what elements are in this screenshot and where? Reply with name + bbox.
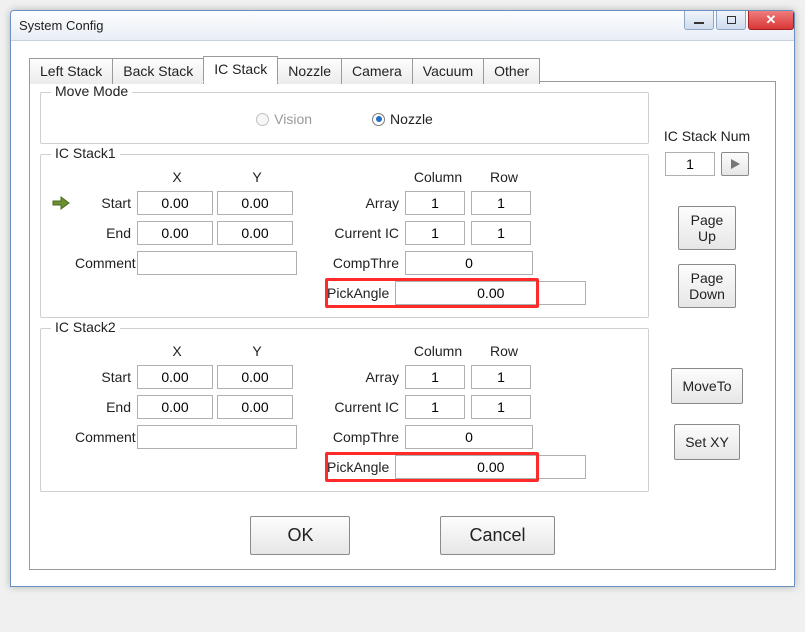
start-label: Start <box>75 369 137 385</box>
col-y-header: Y <box>217 343 297 359</box>
ic-stack-1-legend: IC Stack1 <box>51 145 120 161</box>
start-y-input[interactable] <box>217 365 293 389</box>
content-area: Left StackBack StackIC StackNozzleCamera… <box>11 41 794 586</box>
comment-input[interactable] <box>137 425 297 449</box>
current-ic-col-input[interactable] <box>405 395 465 419</box>
current-ic-col-input[interactable] <box>405 221 465 245</box>
radio-icon <box>256 113 269 126</box>
col-column-header: Column <box>405 343 471 359</box>
col-x-header: X <box>137 169 217 185</box>
comp-thre-input[interactable] <box>405 425 533 449</box>
move-mode-vision-radio: Vision <box>256 111 312 127</box>
pick-angle-label: PickAngle <box>327 285 395 301</box>
move-mode-nozzle-radio[interactable]: Nozzle <box>372 111 433 127</box>
cancel-button[interactable]: Cancel <box>440 516 554 555</box>
array-label: Array <box>327 195 405 211</box>
array-row-input[interactable] <box>471 365 531 389</box>
end-label: End <box>75 399 137 415</box>
ic-stack-num-next-button[interactable] <box>721 152 749 176</box>
ic-stack-num-input[interactable] <box>665 152 715 176</box>
play-icon <box>729 158 741 170</box>
ic-stack-num-label: IC Stack Num <box>664 128 750 144</box>
titlebar: System Config ✕ <box>11 11 794 41</box>
col-column-header: Column <box>405 169 471 185</box>
ic-stack-1-group: IC Stack1 X Y Column Row Start Array End… <box>40 154 649 318</box>
tab-back-stack[interactable]: Back Stack <box>112 58 204 84</box>
comment-label: Comment <box>75 255 137 271</box>
tab-left-stack[interactable]: Left Stack <box>29 58 113 84</box>
ic-stack-2-group: IC Stack2 X Y Column Row Start Array End… <box>40 328 649 492</box>
tab-camera[interactable]: Camera <box>341 58 413 84</box>
pick-angle-input[interactable] <box>395 455 586 479</box>
current-ic-label: Current IC <box>327 225 405 241</box>
tab-nozzle[interactable]: Nozzle <box>277 58 342 84</box>
end-x-input[interactable] <box>137 395 213 419</box>
move-mode-legend: Move Mode <box>51 83 132 99</box>
maximize-button[interactable] <box>716 10 746 30</box>
pick-angle-label: PickAngle <box>327 459 395 475</box>
pick-angle-highlight: PickAngle <box>327 281 537 305</box>
radio-icon <box>372 113 385 126</box>
page-up-button[interactable]: Page Up <box>678 206 736 250</box>
comp-thre-label: CompThre <box>327 255 405 271</box>
side-column: IC Stack Num Page Up Page Down MoveTo Se… <box>657 128 757 460</box>
move-mode-nozzle-label: Nozzle <box>390 111 433 127</box>
ok-button[interactable]: OK <box>250 516 350 555</box>
page-down-button[interactable]: Page Down <box>678 264 736 308</box>
window-controls: ✕ <box>682 10 794 30</box>
comp-thre-label: CompThre <box>327 429 405 445</box>
start-x-input[interactable] <box>137 191 213 215</box>
end-x-input[interactable] <box>137 221 213 245</box>
tab-panel-ic-stack: Move Mode Vision Nozzle <box>29 81 776 570</box>
dialog-footer: OK Cancel <box>40 516 765 555</box>
current-ic-row-input[interactable] <box>471 395 531 419</box>
move-mode-vision-label: Vision <box>274 111 312 127</box>
col-row-header: Row <box>471 169 537 185</box>
comment-label: Comment <box>75 429 137 445</box>
ic-stack-2-legend: IC Stack2 <box>51 319 120 335</box>
current-ic-row-input[interactable] <box>471 221 531 245</box>
close-button[interactable]: ✕ <box>748 10 794 30</box>
system-config-window: System Config ✕ Left StackBack StackIC S… <box>10 10 795 587</box>
set-xy-button[interactable]: Set XY <box>674 424 740 460</box>
comment-input[interactable] <box>137 251 297 275</box>
pick-angle-highlight: PickAngle <box>327 455 537 479</box>
start-y-input[interactable] <box>217 191 293 215</box>
end-label: End <box>75 225 137 241</box>
comp-thre-input[interactable] <box>405 251 533 275</box>
array-col-input[interactable] <box>405 365 465 389</box>
tab-ic-stack[interactable]: IC Stack <box>203 56 278 82</box>
tab-strip: Left StackBack StackIC StackNozzleCamera… <box>29 56 776 82</box>
minimize-button[interactable] <box>684 10 714 30</box>
current-row-arrow-icon <box>51 195 75 211</box>
array-col-input[interactable] <box>405 191 465 215</box>
tab-vacuum[interactable]: Vacuum <box>412 58 484 84</box>
array-label: Array <box>327 369 405 385</box>
end-y-input[interactable] <box>217 395 293 419</box>
start-x-input[interactable] <box>137 365 213 389</box>
start-label: Start <box>75 195 137 211</box>
col-x-header: X <box>137 343 217 359</box>
pick-angle-input[interactable] <box>395 281 586 305</box>
end-y-input[interactable] <box>217 221 293 245</box>
col-y-header: Y <box>217 169 297 185</box>
move-to-button[interactable]: MoveTo <box>671 368 742 404</box>
current-ic-label: Current IC <box>327 399 405 415</box>
move-mode-group: Move Mode Vision Nozzle <box>40 92 649 144</box>
tab-other[interactable]: Other <box>483 58 540 84</box>
window-title: System Config <box>19 18 104 33</box>
col-row-header: Row <box>471 343 537 359</box>
array-row-input[interactable] <box>471 191 531 215</box>
